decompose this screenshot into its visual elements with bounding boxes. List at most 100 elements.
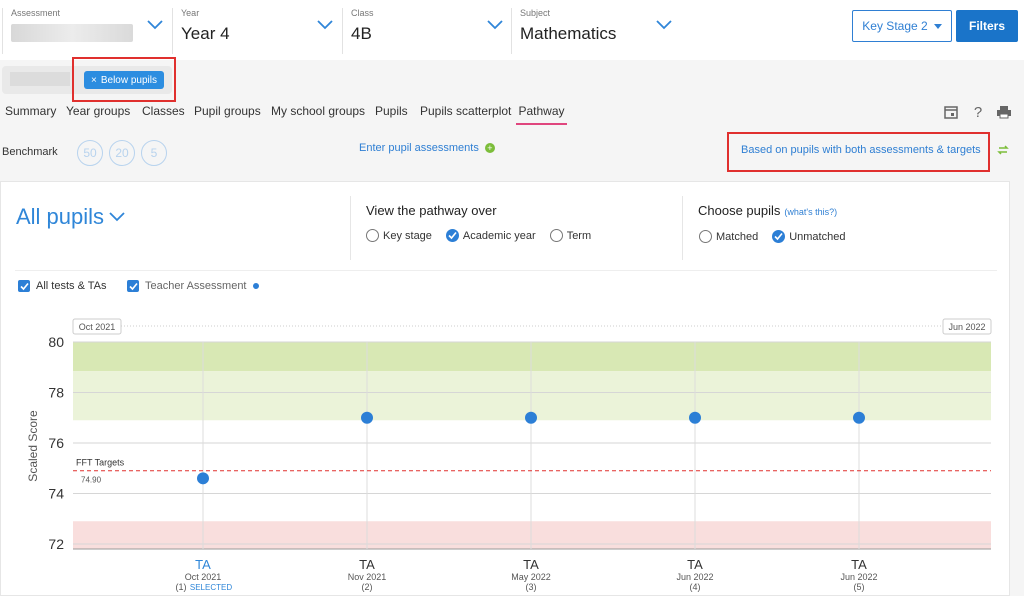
- x-label-type: TA: [687, 557, 703, 572]
- radio-unmatched[interactable]: [772, 230, 786, 243]
- data-point: [689, 411, 701, 424]
- x-label-date: Nov 2021: [348, 572, 387, 582]
- tab-pupils-scatterplot[interactable]: Pupils scatterplot: [420, 104, 511, 118]
- calendar-icon[interactable]: [943, 104, 959, 120]
- data-point: [853, 411, 865, 424]
- tab-summary[interactable]: Summary: [5, 104, 56, 118]
- caret-down-icon: [933, 23, 942, 29]
- enter-assessments-label: Enter pupil assessments: [359, 142, 479, 154]
- tab-pathway[interactable]: Pathway: [516, 104, 567, 125]
- x-label-date: Jun 2022: [676, 572, 713, 582]
- x-label-type: TA: [195, 557, 211, 572]
- check-icon: [128, 282, 138, 290]
- swap-icon[interactable]: [997, 144, 1009, 156]
- y-tick-label: 76: [48, 435, 64, 451]
- highlight-box: [727, 132, 990, 172]
- x-label-index: (1): [176, 582, 187, 592]
- filters-button[interactable]: Filters: [956, 10, 1018, 42]
- radio-term[interactable]: [549, 229, 563, 242]
- band-2: [73, 521, 991, 549]
- choose-pupils-label: Choose pupils: [698, 203, 781, 218]
- checkbox-teacher-assessment-label: Teacher Assessment: [145, 280, 247, 292]
- checkbox-all-tests-label: All tests & TAs: [36, 280, 107, 292]
- chevron-down-icon: [109, 212, 125, 222]
- tab-pupil-groups[interactable]: Pupil groups: [194, 104, 261, 118]
- pathway-panel: All pupils View the pathway over Key sta…: [0, 181, 1010, 596]
- redacted-filter: [10, 72, 70, 86]
- check-icon: [19, 282, 29, 290]
- fft-target-value: 74.90: [81, 476, 102, 485]
- radio-unmatched-label: Unmatched: [789, 230, 846, 243]
- tab-my-school-groups[interactable]: My school groups: [271, 104, 365, 118]
- help-icon[interactable]: ?: [970, 104, 986, 120]
- subject-selector[interactable]: Subject Mathematics: [511, 8, 679, 54]
- radio-academic-year-label: Academic year: [462, 229, 536, 242]
- radio-term-label: Term: [566, 229, 592, 242]
- benchmark-20[interactable]: 20: [109, 140, 135, 166]
- data-point: [361, 411, 373, 424]
- chevron-down-icon[interactable]: [486, 16, 504, 34]
- x-label-type: TA: [523, 557, 539, 572]
- x-label-type: TA: [359, 557, 375, 572]
- x-label-date: Jun 2022: [840, 572, 877, 582]
- chevron-down-icon[interactable]: [655, 16, 673, 34]
- group-label: All pupils: [16, 204, 105, 229]
- plus-circle-icon: +: [484, 143, 495, 153]
- band-0: [73, 342, 991, 372]
- assessment-selector[interactable]: Assessment: [2, 8, 170, 54]
- key-stage-label: Key Stage 2: [862, 19, 928, 33]
- radio-matched-label: Matched: [716, 230, 759, 243]
- check-icon: [774, 232, 783, 241]
- x-label-type: TA: [851, 557, 867, 572]
- assessment-value-redacted: [11, 24, 133, 42]
- tab-pupils[interactable]: Pupils: [375, 104, 408, 118]
- x-label-date: Oct 2021: [185, 572, 222, 582]
- checkbox-checked[interactable]: [127, 280, 139, 292]
- tab-year-groups[interactable]: Year groups: [66, 104, 130, 118]
- x-label-index: (5): [854, 582, 865, 592]
- year-selector[interactable]: Year Year 4: [172, 8, 340, 54]
- pathway-options: Key stage Academic year Term: [356, 229, 591, 242]
- benchmark-50[interactable]: 50: [77, 140, 103, 166]
- radio-matched[interactable]: [699, 230, 712, 243]
- pathway-title: View the pathway over: [366, 203, 497, 218]
- group-selector[interactable]: All pupils: [16, 204, 126, 230]
- x-label-index: (4): [690, 582, 701, 592]
- y-tick-label: 80: [48, 334, 64, 350]
- x-label-date: May 2022: [511, 572, 551, 582]
- pathway-chart: FFT Targets74.90 7274767880 TAOct 2021(1…: [26, 318, 992, 592]
- radio-key-stage[interactable]: [366, 229, 379, 242]
- x-label-index: (2): [362, 582, 373, 592]
- class-selector[interactable]: Class 4B: [342, 8, 510, 54]
- divider: [350, 196, 351, 260]
- chevron-down-icon[interactable]: [146, 16, 164, 34]
- tab-classes[interactable]: Classes: [142, 104, 185, 118]
- y-tick-label: 78: [48, 384, 64, 400]
- key-stage-dropdown[interactable]: Key Stage 2: [852, 10, 952, 42]
- enter-assessments-link[interactable]: Enter pupil assessments +: [359, 142, 495, 154]
- checkbox-all-tests[interactable]: All tests & TAs: [18, 280, 107, 292]
- radio-key-stage-label: Key stage: [383, 229, 432, 242]
- benchmark-label: Benchmark: [2, 146, 58, 158]
- x-label-index: (3): [526, 582, 537, 592]
- radio-academic-year[interactable]: [445, 229, 459, 242]
- divider: [682, 196, 683, 260]
- chevron-down-icon[interactable]: [316, 16, 334, 34]
- top-bar: Assessment Year Year 4 Class 4B Subject …: [0, 0, 1024, 60]
- checkbox-teacher-assessment[interactable]: Teacher Assessment: [127, 280, 259, 292]
- data-point: [197, 472, 209, 485]
- data-point: [525, 411, 537, 424]
- benchmark-5[interactable]: 5: [141, 140, 167, 166]
- choose-options: Matched Unmatched: [689, 230, 845, 243]
- check-icon: [448, 231, 457, 240]
- range-start-label: Oct 2021: [79, 322, 116, 332]
- print-icon[interactable]: [996, 104, 1012, 120]
- range-end-label: Jun 2022: [948, 322, 985, 332]
- checkbox-checked[interactable]: [18, 280, 30, 292]
- series-dot-icon: [252, 283, 259, 289]
- tab-bar: Summary Year groups Classes Pupil groups…: [0, 96, 1024, 126]
- y-axis-label: Scaled Score: [26, 410, 40, 482]
- divider: [15, 270, 997, 271]
- y-tick-label: 72: [48, 536, 64, 552]
- whats-this-link[interactable]: (what's this?): [784, 207, 837, 217]
